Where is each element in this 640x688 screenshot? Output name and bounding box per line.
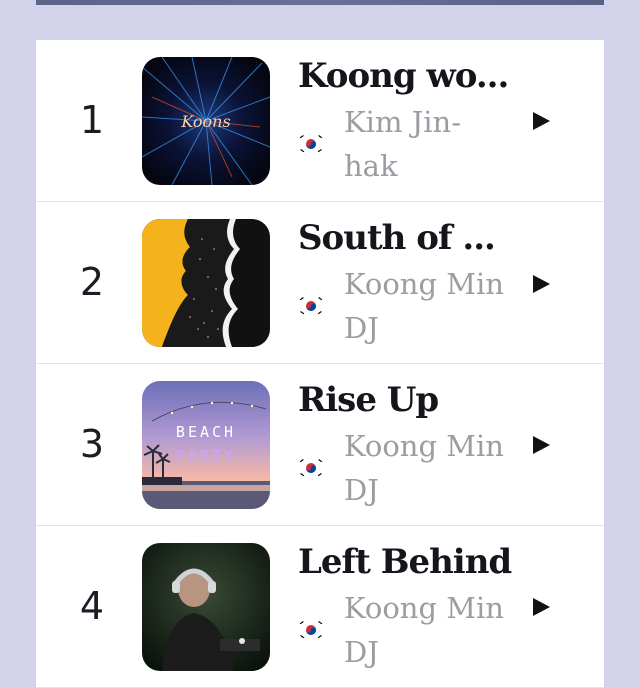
play-icon[interactable] (533, 598, 550, 616)
track-list: 1 Koons Koong wo... Kim Jin-hak 2 South … (36, 40, 604, 688)
track-title[interactable]: Koong wo... (298, 54, 518, 98)
cover-neon-text: Koons (180, 112, 230, 131)
track-rank: 4 (79, 584, 105, 628)
track-artist[interactable]: Koong Min DJ (344, 586, 509, 674)
album-cover-dj[interactable] (142, 543, 270, 671)
track-rank: 3 (79, 422, 105, 466)
track-info: Rise Up Koong Min DJ (298, 378, 518, 512)
track-artist[interactable]: Koong Min DJ (344, 424, 509, 512)
track-row[interactable]: 2 South of ... Koong Min DJ (36, 202, 604, 364)
album-cover-beach-party[interactable]: BEACH PARTY (142, 381, 270, 509)
track-artist[interactable]: Kim Jin-hak (344, 100, 509, 188)
album-cover-koons[interactable]: Koons (142, 57, 270, 185)
track-title[interactable]: Left Behind (298, 540, 518, 584)
track-rank: 2 (79, 260, 105, 304)
cover-beach-text: BEACH (176, 423, 236, 441)
album-cover-silhouettes[interactable] (142, 219, 270, 347)
track-row[interactable]: 4 Left Behind Koong Min DJ (36, 526, 604, 688)
artist-line: Koong Min DJ (298, 262, 518, 350)
track-row[interactable]: 1 Koons Koong wo... Kim Jin-hak (36, 40, 604, 202)
south-korea-flag-icon (298, 293, 324, 319)
track-info: Koong wo... Kim Jin-hak (298, 54, 518, 188)
south-korea-flag-icon (298, 617, 324, 643)
artist-line: Koong Min DJ (298, 424, 518, 512)
track-info: Left Behind Koong Min DJ (298, 540, 518, 674)
artist-line: Kim Jin-hak (298, 100, 518, 188)
south-korea-flag-icon (298, 131, 324, 157)
cover-party-text: PARTY (176, 447, 236, 465)
artist-line: Koong Min DJ (298, 586, 518, 674)
track-title[interactable]: Rise Up (298, 378, 518, 422)
top-header-bar (36, 0, 604, 5)
play-icon[interactable] (533, 275, 550, 293)
track-row[interactable]: 3 BEACH PARTY Rise Up Koong Min DJ (36, 364, 604, 526)
play-icon[interactable] (533, 112, 550, 130)
track-title[interactable]: South of ... (298, 216, 518, 260)
south-korea-flag-icon (298, 455, 324, 481)
track-artist[interactable]: Koong Min DJ (344, 262, 509, 350)
track-info: South of ... Koong Min DJ (298, 216, 518, 350)
track-rank: 1 (79, 98, 105, 142)
play-icon[interactable] (533, 436, 550, 454)
